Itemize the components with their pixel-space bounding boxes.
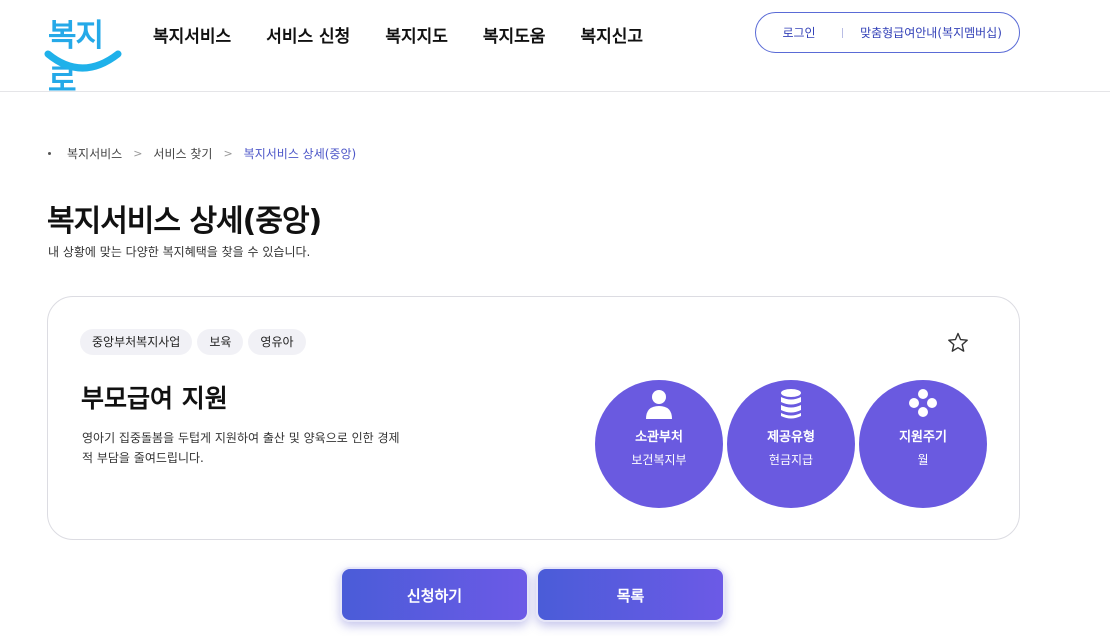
service-info-circles: 소관부처 보건복지부 제공유형 현금지급 지원주기 월 xyxy=(595,380,991,508)
login-link[interactable]: 로그인 xyxy=(756,24,842,41)
breadcrumb-item-service-search[interactable]: 서비스 찾기 xyxy=(153,145,212,162)
nav-welfare-help[interactable]: 복지도움 xyxy=(483,22,546,47)
cycle-dots-icon xyxy=(909,389,937,417)
info-label: 소관부처 xyxy=(635,430,683,445)
info-value: 현금지급 xyxy=(768,453,814,467)
info-label: 지원주기 xyxy=(899,430,947,445)
coins-icon xyxy=(781,389,801,419)
breadcrumb-item-welfare-services[interactable]: 복지서비스 xyxy=(67,145,122,162)
nav-welfare-report[interactable]: 복지신고 xyxy=(580,22,643,47)
breadcrumb: 복지서비스 > 서비스 찾기 > 복지서비스 상세(중앙) xyxy=(48,145,356,162)
list-button[interactable]: 목록 xyxy=(536,567,725,622)
breadcrumb-chevron-icon: > xyxy=(133,147,143,160)
logo-smile-icon xyxy=(44,50,122,72)
info-provision-type: 제공유형 현금지급 xyxy=(727,380,855,508)
service-tag: 영유아 xyxy=(248,329,306,355)
info-value: 월 xyxy=(917,453,929,467)
nav-welfare-services[interactable]: 복지서비스 xyxy=(153,22,231,47)
favorite-star-icon[interactable] xyxy=(946,331,970,355)
main-nav: 복지서비스 서비스 신청 복지지도 복지도움 복지신고 xyxy=(153,22,678,47)
service-title: 부모급여 지원 xyxy=(81,384,228,413)
person-icon xyxy=(646,390,672,419)
apply-button[interactable]: 신청하기 xyxy=(340,567,529,622)
service-tags: 중앙부처복지사업 보육 영유아 xyxy=(80,329,311,355)
info-support-cycle: 지원주기 월 xyxy=(859,380,987,508)
page-subtitle: 내 상황에 맞는 다양한 복지혜택을 찾을 수 있습니다. xyxy=(48,245,311,259)
site-logo[interactable]: 복지로 xyxy=(44,10,122,99)
nav-service-application[interactable]: 서비스 신청 xyxy=(266,22,350,47)
info-value: 보건복지부 xyxy=(631,453,687,467)
membership-link[interactable]: 맞춤형급여안내(복지멤버십) xyxy=(843,24,1019,41)
service-card: 중앙부처복지사업 보육 영유아 부모급여 지원 영아기 집중돌봄을 두텁게 지원… xyxy=(47,296,1020,540)
site-header: 복지로 복지서비스 서비스 신청 복지지도 복지도움 복지신고 로그인 맞춤형급… xyxy=(0,0,1110,99)
user-menu: 로그인 맞춤형급여안내(복지멤버십) xyxy=(755,12,1020,53)
breadcrumb-current: 복지서비스 상세(중앙) xyxy=(243,147,357,161)
service-tag: 보육 xyxy=(197,329,244,355)
info-department: 소관부처 보건복지부 xyxy=(595,380,723,508)
service-tag: 중앙부처복지사업 xyxy=(80,329,193,355)
info-label: 제공유형 xyxy=(767,430,815,445)
breadcrumb-chevron-icon: > xyxy=(223,147,233,160)
breadcrumb-home-dot xyxy=(48,152,51,155)
service-description: 영아기 집중돌봄을 두텁게 지원하여 출산 및 양육으로 인한 경제적 부담을 … xyxy=(82,431,400,465)
page-title: 복지서비스 상세(중앙) xyxy=(47,204,322,239)
nav-welfare-map[interactable]: 복지지도 xyxy=(385,22,448,47)
